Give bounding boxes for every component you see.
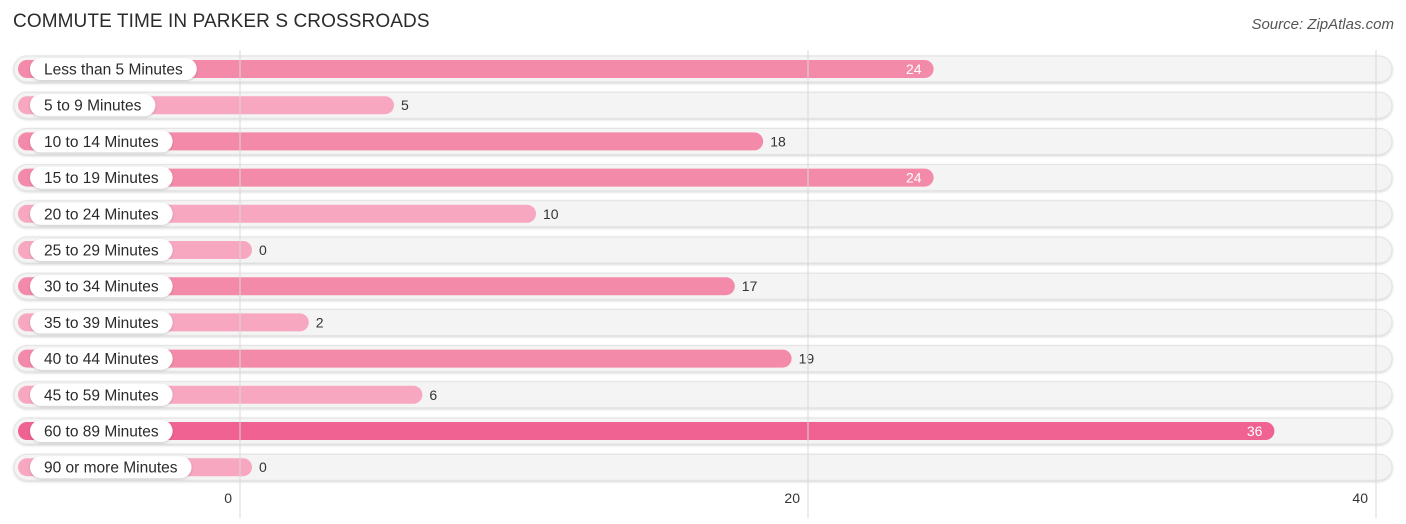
category-label: 15 to 19 Minutes: [44, 170, 159, 187]
category-label: 60 to 89 Minutes: [44, 424, 159, 441]
category-label: 40 to 44 Minutes: [44, 351, 159, 368]
x-tick-label: 20: [784, 490, 800, 506]
value-label: 2: [316, 314, 324, 330]
category-label: 35 to 39 Minutes: [44, 315, 159, 332]
value-label: 6: [429, 387, 437, 403]
bar-row: 15 to 19 Minutes 24: [18, 166, 934, 189]
value-label: 36: [1247, 423, 1263, 439]
bar-row: 45 to 59 Minutes 6: [18, 383, 437, 406]
category-label: 20 to 24 Minutes: [44, 206, 159, 223]
bar-row: 30 to 34 Minutes 17: [18, 275, 758, 298]
value-label: 24: [906, 170, 922, 186]
bar-row: 60 to 89 Minutes 36: [18, 420, 1275, 442]
value-label: 18: [770, 133, 786, 149]
x-tick-label: 40: [1352, 490, 1368, 506]
value-label: 24: [906, 61, 922, 77]
bar-rows: Less than 5 Minutes 24 5 to 9 Minutes 5 10 t…: [13, 55, 1393, 481]
category-label: 90 or more Minutes: [44, 460, 178, 477]
bar-row: 5 to 9 Minutes 5: [18, 94, 409, 117]
bar-row: 10 to 14 Minutes 18: [18, 130, 786, 153]
category-label: 5 to 9 Minutes: [44, 98, 142, 115]
value-label: 10: [543, 206, 559, 222]
category-label: 45 to 59 Minutes: [44, 387, 159, 404]
bar-row: 20 to 24 Minutes 10: [18, 202, 559, 225]
bar-row: 25 to 29 Minutes 0: [18, 239, 267, 261]
x-tick-label: 0: [224, 490, 232, 506]
category-label: 25 to 29 Minutes: [44, 243, 159, 260]
bar-row: 90 or more Minutes 0: [18, 456, 267, 479]
category-label: 30 to 34 Minutes: [44, 279, 159, 296]
value-label: 19: [799, 351, 815, 367]
bar-chart: Less than 5 Minutes 24 5 to 9 Minutes 5 10 t…: [13, 50, 1393, 519]
value-label: 5: [401, 97, 409, 113]
bar: [18, 422, 1275, 440]
category-label: 10 to 14 Minutes: [44, 134, 159, 151]
value-label: 17: [742, 278, 758, 294]
bar-row: 35 to 39 Minutes 2: [18, 311, 324, 334]
bar-row: Less than 5 Minutes 24: [18, 58, 934, 80]
category-label: Less than 5 Minutes: [44, 62, 183, 79]
value-label: 0: [259, 459, 267, 475]
bar-row: 40 to 44 Minutes 19: [18, 347, 815, 370]
value-label: 0: [259, 242, 267, 258]
